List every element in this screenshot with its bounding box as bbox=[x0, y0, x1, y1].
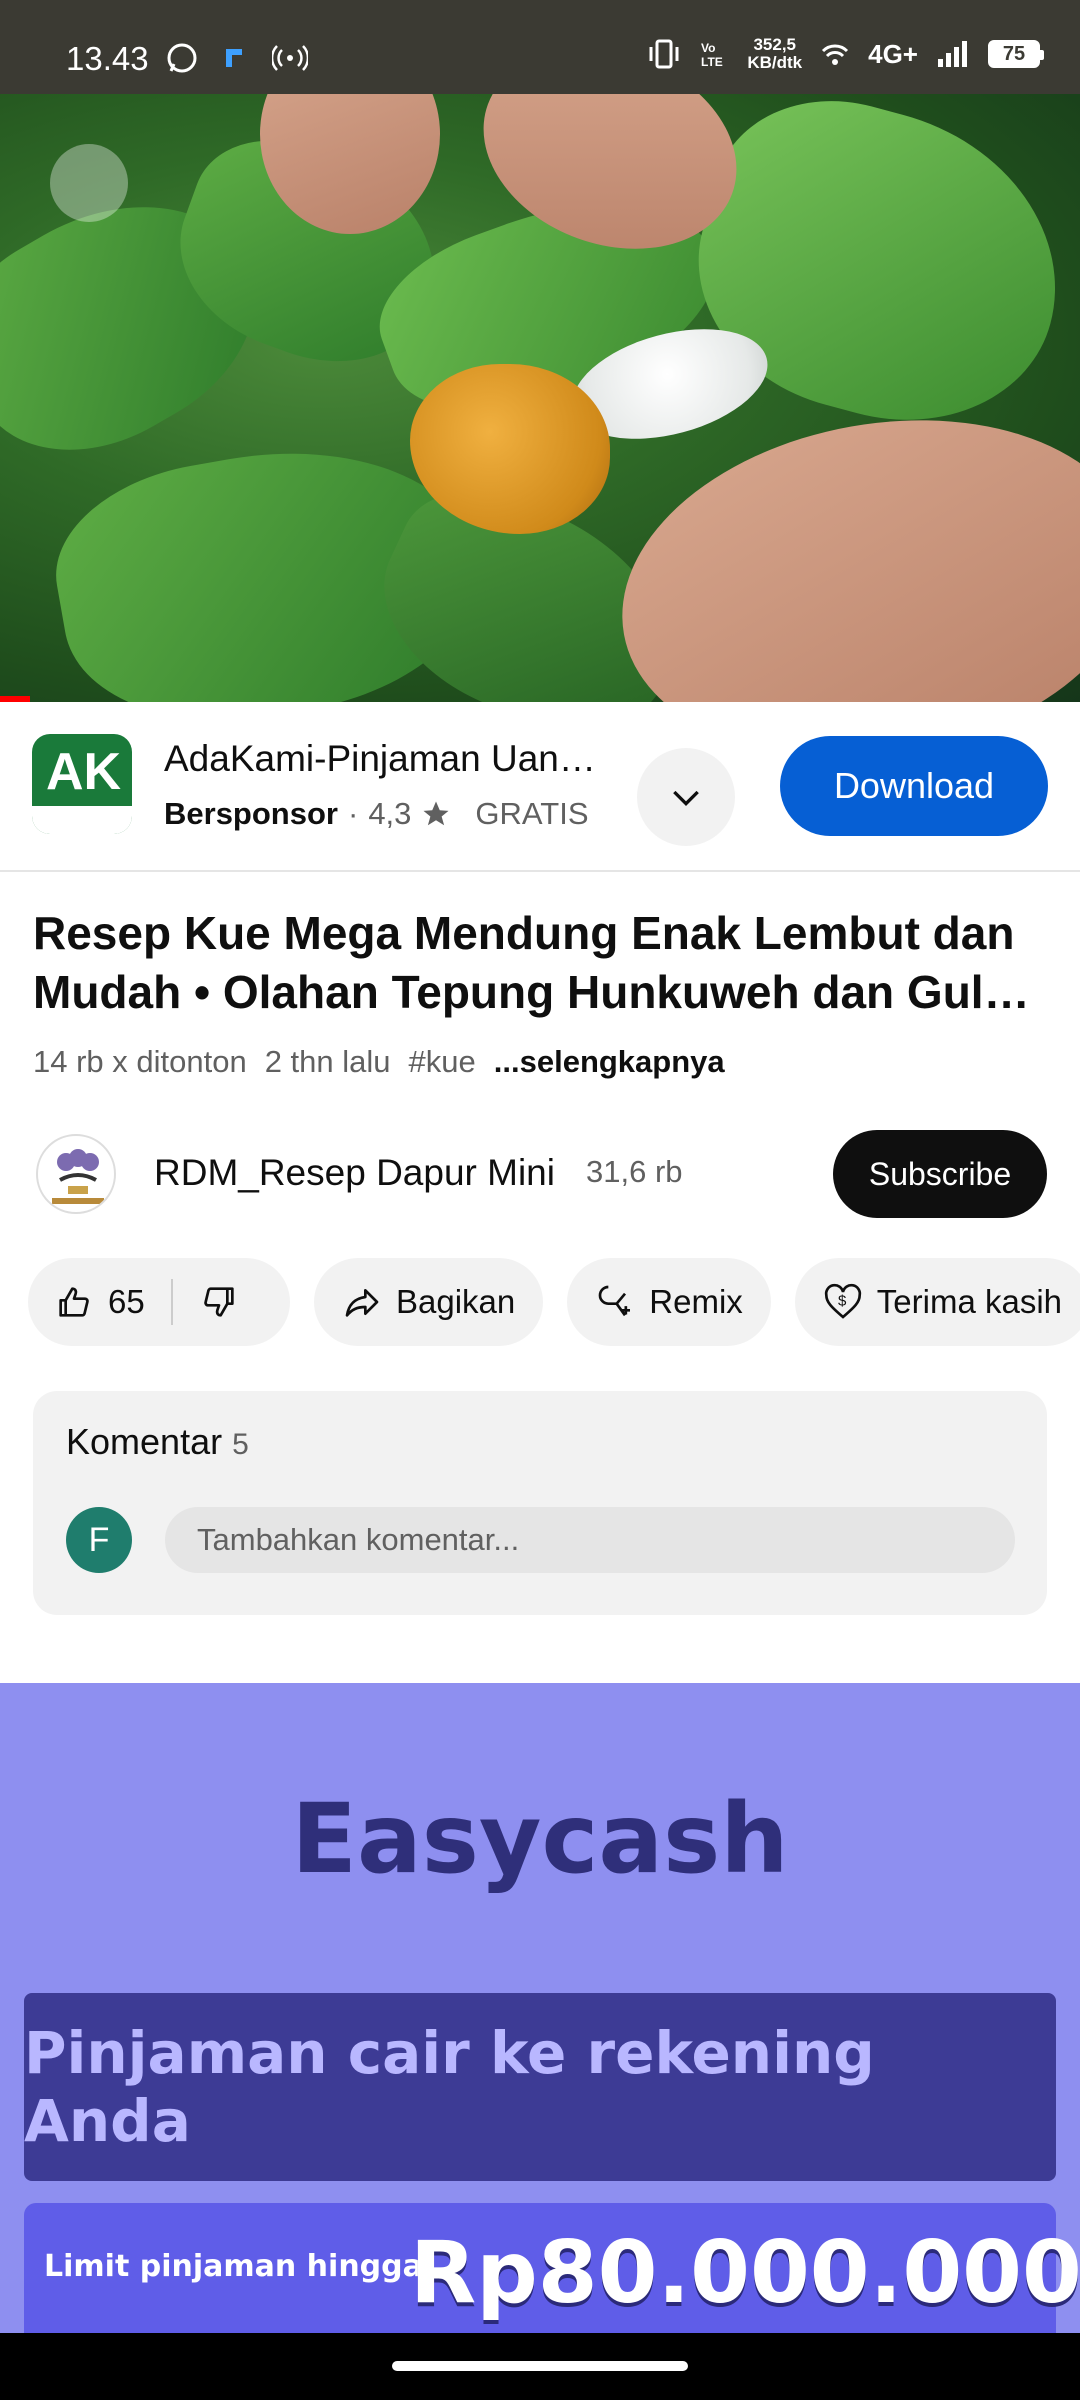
ad-download-button[interactable]: Download bbox=[780, 736, 1048, 836]
comments-count: 5 bbox=[232, 1428, 249, 1461]
like-dislike-chip: 65 bbox=[28, 1258, 290, 1346]
like-count[interactable]: 65 bbox=[108, 1283, 145, 1321]
share-label: Bagikan bbox=[396, 1283, 516, 1320]
banner-brand: Easycash bbox=[291, 1783, 789, 1895]
ad-app-logo-footer bbox=[32, 806, 132, 834]
status-bar: 13.43 Vo LTE 352,5 KB/dtk 4G+ 75 bbox=[0, 0, 1080, 94]
subscriber-count: 31,6 rb bbox=[586, 1154, 683, 1189]
svg-text:$: $ bbox=[838, 1292, 847, 1309]
channel-watermark-logo bbox=[50, 144, 128, 222]
svg-text:Vo: Vo bbox=[701, 41, 715, 55]
heart-dollar-icon: $ bbox=[824, 1283, 861, 1319]
app-notification-icon bbox=[226, 49, 242, 67]
like-divider bbox=[170, 1279, 173, 1325]
star-icon bbox=[423, 801, 449, 826]
status-system-icons: Vo LTE 352,5 KB/dtk 4G+ 75 bbox=[647, 36, 1044, 72]
channel-row[interactable]: RDM_Resep Dapur Mini 31,6 rb Subscribe bbox=[0, 1130, 1080, 1222]
banner-amount: Rp80.000.000 bbox=[410, 2223, 1080, 2323]
remix-icon bbox=[599, 1285, 631, 1317]
wifi-icon bbox=[822, 44, 849, 65]
banner-tagline: Pinjaman cair ke rekening Anda bbox=[24, 1993, 1056, 2181]
svg-text:LTE: LTE bbox=[701, 55, 723, 69]
hotspot-icon bbox=[272, 45, 308, 71]
ad-expand-button[interactable] bbox=[637, 748, 735, 846]
net-speed-value: 352,5 bbox=[753, 35, 796, 54]
upload-age: 2 thn lalu bbox=[264, 1044, 391, 1079]
thanks-label: Terima kasih bbox=[876, 1283, 1063, 1320]
status-time: 13.43 bbox=[66, 40, 149, 77]
network-speed: 352,5 KB/dtk bbox=[747, 36, 802, 72]
video-meta[interactable]: 14 rb x ditonton 2 thn lalu #kue ...sele… bbox=[33, 1044, 725, 1080]
video-hashtag[interactable]: #kue bbox=[409, 1044, 476, 1080]
ad-meta: Bersponsor · 4,3 GRATIS bbox=[164, 796, 589, 832]
ad-banner[interactable]: Easycash Pinjaman cair ke rekening Anda … bbox=[0, 1683, 1080, 2333]
channel-avatar[interactable] bbox=[36, 1134, 116, 1214]
video-title[interactable]: Resep Kue Mega Mendung Enak Lembut dan M… bbox=[33, 904, 1053, 1022]
comments-title: Komentar bbox=[66, 1421, 223, 1462]
thumbs-up-icon[interactable] bbox=[54, 1282, 94, 1322]
volte-icon: VoLTE bbox=[701, 41, 723, 69]
action-bar: 65 Bagikan Remix $ Terima kasih bbox=[28, 1258, 1080, 1346]
channel-name[interactable]: RDM_Resep Dapur Mini bbox=[154, 1152, 555, 1194]
chevron-down-icon bbox=[673, 790, 699, 807]
thanks-button[interactable]: $ Terima kasih bbox=[794, 1258, 1080, 1346]
show-more-link[interactable]: ...selengkapnya bbox=[494, 1044, 725, 1080]
share-button[interactable]: Bagikan bbox=[314, 1258, 544, 1346]
thumbs-down-icon[interactable] bbox=[199, 1282, 239, 1322]
status-notification-icons bbox=[166, 42, 308, 74]
system-navigation-bar bbox=[0, 2333, 1080, 2400]
share-icon bbox=[345, 1289, 379, 1317]
comments-section[interactable]: Komentar 5 F Tambahkan komentar... bbox=[33, 1391, 1047, 1615]
ad-app-logo: AK bbox=[32, 734, 132, 834]
battery-icon: 75 bbox=[988, 40, 1044, 68]
add-comment-input[interactable]: Tambahkan komentar... bbox=[165, 1507, 1015, 1573]
ad-title[interactable]: AdaKami-Pinjaman Uan… bbox=[164, 738, 604, 780]
subscribe-button[interactable]: Subscribe bbox=[833, 1130, 1047, 1218]
comments-heading: Komentar 5 bbox=[66, 1421, 249, 1463]
vibrate-icon bbox=[649, 39, 679, 69]
sponsored-label: Bersponsor bbox=[164, 796, 338, 831]
ad-rating: 4,3 bbox=[368, 796, 412, 831]
ad-price: GRATIS bbox=[475, 796, 589, 831]
home-gesture-handle[interactable] bbox=[392, 2361, 688, 2371]
remix-label: Remix bbox=[649, 1283, 743, 1320]
network-type: 4G+ bbox=[868, 38, 918, 69]
whatsapp-icon bbox=[167, 43, 197, 73]
user-avatar: F bbox=[66, 1507, 132, 1573]
meta-separator: · bbox=[347, 796, 359, 831]
ad-app-logo-letters: AK bbox=[46, 743, 122, 801]
video-player[interactable] bbox=[0, 94, 1080, 702]
signal-icon bbox=[938, 41, 967, 67]
remix-button[interactable]: Remix bbox=[567, 1258, 771, 1346]
chef-logo-icon bbox=[52, 1149, 104, 1204]
net-speed-unit: KB/dtk bbox=[747, 53, 803, 72]
view-count: 14 rb x ditonton bbox=[33, 1044, 247, 1079]
banner-limit-label: Limit pinjaman hingga bbox=[44, 2249, 423, 2284]
